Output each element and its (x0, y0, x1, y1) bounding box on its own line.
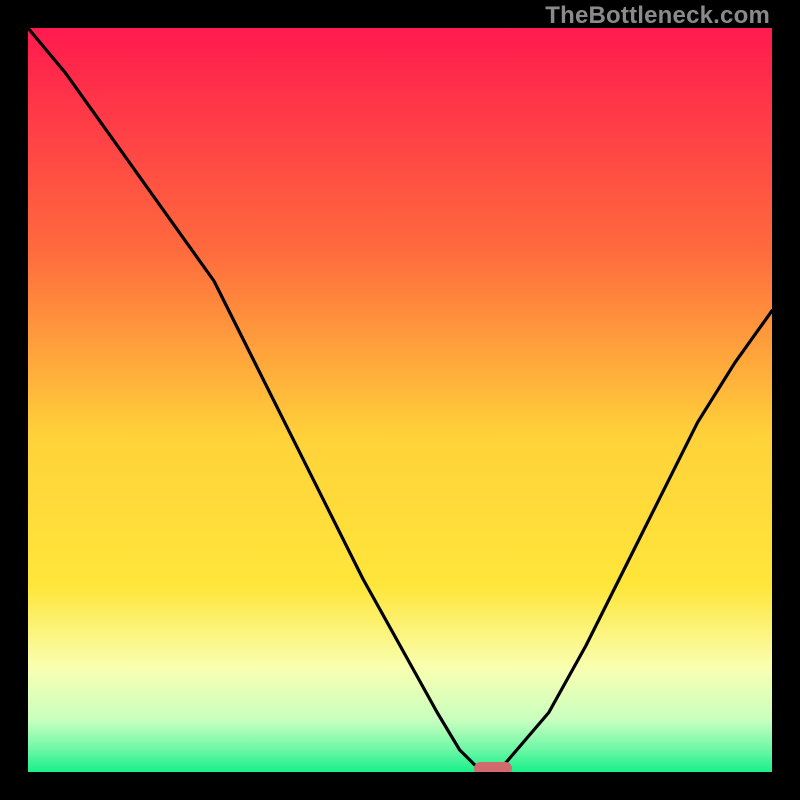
optimum-marker (474, 762, 511, 772)
plot-area (28, 28, 772, 772)
chart-frame: TheBottleneck.com (0, 0, 800, 800)
watermark-text: TheBottleneck.com (545, 2, 770, 30)
bottleneck-curve (28, 28, 772, 772)
